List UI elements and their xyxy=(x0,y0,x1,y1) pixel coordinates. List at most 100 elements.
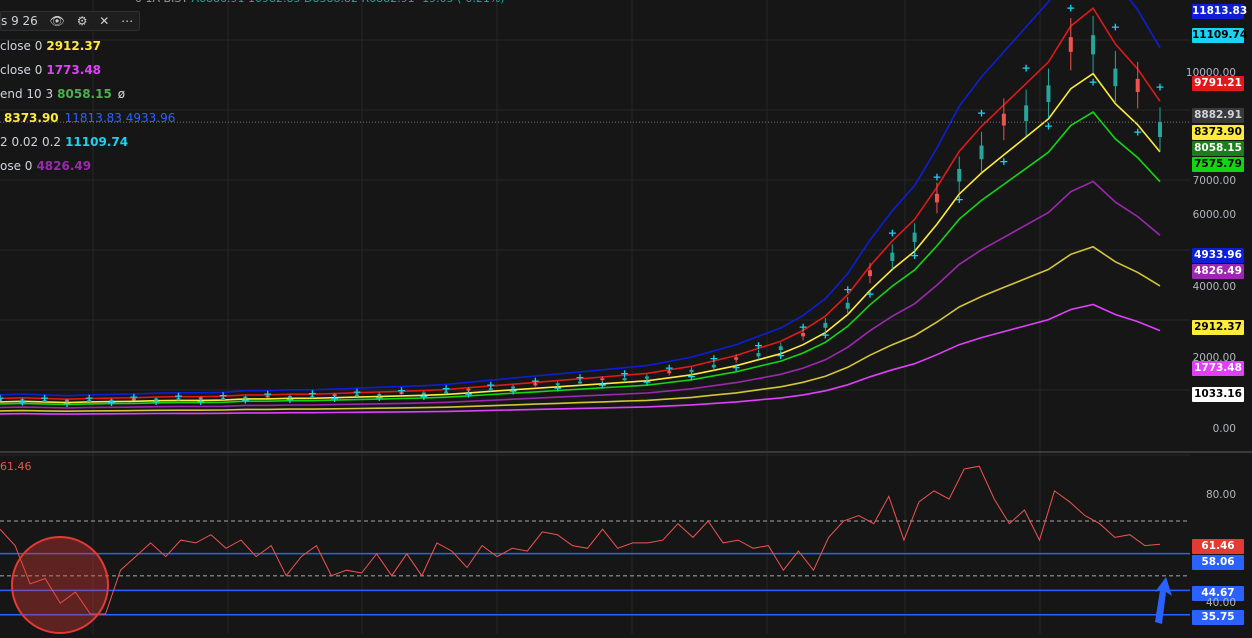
price-tag: 2912.37 xyxy=(1192,320,1244,335)
sar-dot: + xyxy=(932,170,941,183)
sar-dot: + xyxy=(598,379,607,392)
sar-dot: + xyxy=(174,390,183,403)
price-tick: 6000.00 xyxy=(1192,209,1236,221)
sar-dot: + xyxy=(798,320,807,333)
rsi-tag: 35.75 xyxy=(1192,610,1244,625)
sar-dot: + xyxy=(508,385,517,398)
symbol-row[interactable]: s 9 26 👁 ⚙ ✕ ⋯ xyxy=(0,11,141,31)
legend-extra: 11813.83 4933.96 xyxy=(64,111,176,125)
ohlc-value-1: 10982.85 xyxy=(248,0,304,5)
sar-dot: + xyxy=(308,387,317,400)
ohlc-value-2: D8388.82 xyxy=(304,0,361,5)
candle-body xyxy=(756,353,761,357)
eye-icon[interactable]: 👁 xyxy=(50,12,65,30)
legend-label: close 0 xyxy=(0,63,43,77)
gear-icon[interactable]: ⚙ xyxy=(77,12,88,30)
sar-dot: + xyxy=(888,227,897,240)
legend-value: 8058.15 xyxy=(57,87,112,101)
sar-dot: + xyxy=(776,349,785,362)
legend-value: 4826.49 xyxy=(36,159,92,173)
sar-dot: + xyxy=(40,391,49,404)
price-tick: 0.00 xyxy=(1212,423,1236,435)
sar-dot: + xyxy=(709,352,718,365)
sar-dot: + xyxy=(241,393,250,406)
legend-item[interactable]: 8373.90 11813.83 4933.96 xyxy=(0,109,175,127)
sar-dot: + xyxy=(62,397,71,410)
sar-dot: + xyxy=(442,382,451,395)
price-tag: 1033.16 xyxy=(1192,387,1244,402)
highlight-circle xyxy=(11,536,109,634)
sar-dot: + xyxy=(687,370,696,383)
sar-dot: + xyxy=(821,329,830,342)
grid-lines xyxy=(0,0,1252,634)
legend-suffix: ø xyxy=(117,87,126,101)
symbol-prefix-0: 0 xyxy=(135,0,146,5)
price-tick: 10000.00 xyxy=(1185,67,1236,79)
sar-dot: + xyxy=(553,382,562,395)
price-tag: 8373.90 xyxy=(1192,125,1244,140)
sar-dot: + xyxy=(419,390,428,403)
sar-dot: + xyxy=(196,395,205,408)
symbol-prefix-1: 1A xyxy=(146,0,164,5)
sar-dot: + xyxy=(464,387,473,400)
sar-dot: + xyxy=(107,396,116,409)
candle-body xyxy=(1001,113,1006,126)
candle-body xyxy=(711,364,716,368)
rsi-pane xyxy=(0,465,1190,634)
price-tag: 7575.79 xyxy=(1192,157,1244,172)
legend-value: 8373.90 xyxy=(4,111,59,125)
sar-dot: + xyxy=(1155,80,1164,93)
sar-dot: + xyxy=(977,107,986,120)
legend-item[interactable]: end 10 3 8058.15 ø xyxy=(0,85,125,103)
sar-dot: + xyxy=(1133,125,1142,138)
sar-dot: + xyxy=(1088,75,1097,88)
chart-canvas[interactable]: + + + + + + + + + + + + + + + + + + + + + + + + + + + + + + + + + + + + + + + +… xyxy=(0,0,1252,634)
sar-dot: + xyxy=(375,391,384,404)
legend-item[interactable]: close 0 2912.37 xyxy=(0,37,101,55)
sar-dot: + xyxy=(910,249,919,262)
ohlc-value-4: -19.05 (-0.21%) xyxy=(418,0,504,5)
symbol-prefix-2: BIST xyxy=(164,0,192,5)
rsi-tick: 40.00 xyxy=(1205,597,1236,609)
candle-body xyxy=(1091,35,1096,55)
sar-dot: + xyxy=(18,396,27,409)
more-icon[interactable]: ⋯ xyxy=(121,12,133,30)
sar-dot: + xyxy=(352,385,361,398)
price-tick: 7000.00 xyxy=(1192,175,1236,187)
sar-dot: + xyxy=(1066,2,1075,15)
chart-stage[interactable]: + + + + + + + + + + + + + + + + + + + + + + + + + + + + + + + + + + + + + + + +… xyxy=(0,0,1252,634)
price-tag: 4826.49 xyxy=(1192,264,1244,279)
price-tag: 4933.96 xyxy=(1192,248,1244,263)
candle-body xyxy=(1024,105,1029,122)
price-pane: + + + + + + + + + + + + + + + + + + + + + + + + + + + + + + + + + + + + + + + +… xyxy=(0,0,1190,415)
sar-dot: + xyxy=(486,378,495,391)
sar-dot: + xyxy=(865,287,874,300)
sar-dot: + xyxy=(999,155,1008,168)
sar-dot: + xyxy=(1044,119,1053,132)
sar-dot: + xyxy=(285,393,294,406)
sar-dot: + xyxy=(665,361,674,374)
legend-item[interactable]: ose 0 4826.49 xyxy=(0,157,91,175)
sar-dot: + xyxy=(263,388,272,401)
rsi-tag: 61.46 xyxy=(1192,539,1244,554)
legend-item[interactable]: close 0 1773.48 xyxy=(0,61,101,79)
legend-item[interactable]: 2 0.02 0.2 11109.74 xyxy=(0,133,128,151)
price-tag: 8058.15 xyxy=(1192,141,1244,156)
close-icon[interactable]: ✕ xyxy=(99,12,109,30)
sar-dot: + xyxy=(642,376,651,389)
legend-value: 11109.74 xyxy=(65,135,129,149)
candle-body xyxy=(868,270,872,277)
sar-dot: + xyxy=(575,371,584,384)
sar-dot: + xyxy=(330,392,339,405)
candle-body xyxy=(1158,122,1162,138)
price-tick: 2000.00 xyxy=(1192,352,1236,364)
candle-body xyxy=(912,232,917,242)
candle-body xyxy=(1113,68,1118,87)
sar-dot: + xyxy=(0,391,5,404)
sar-dot: + xyxy=(1111,20,1120,33)
candle-body xyxy=(1135,78,1140,93)
rsi-line xyxy=(0,465,1161,615)
candle-body xyxy=(979,145,984,160)
sar-dot: + xyxy=(732,361,741,374)
price-tag: 8882.91 xyxy=(1192,108,1244,123)
